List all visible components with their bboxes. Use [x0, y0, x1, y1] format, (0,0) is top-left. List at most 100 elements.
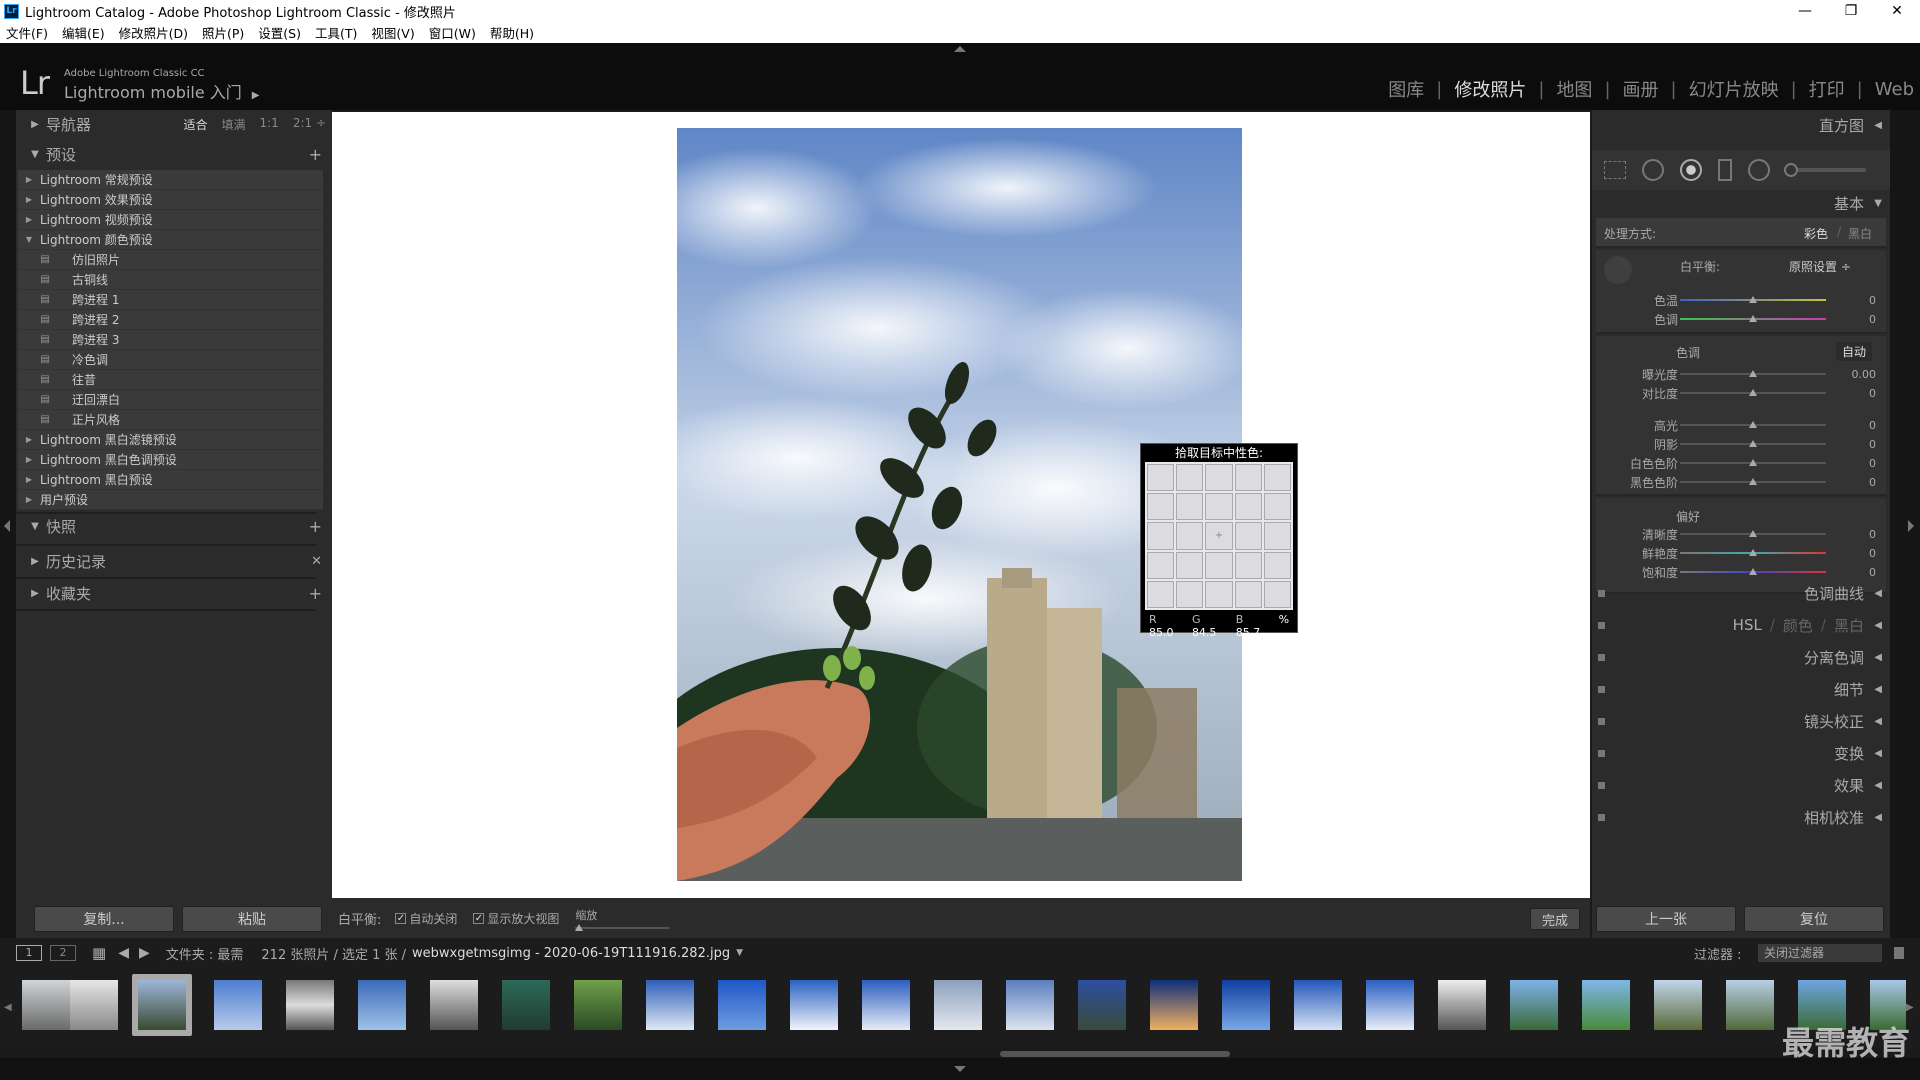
- clear-history-icon[interactable]: ✕: [311, 554, 322, 569]
- add-collection-icon[interactable]: +: [309, 584, 322, 603]
- thumbnail-selected[interactable]: [132, 974, 192, 1036]
- thumbnail[interactable]: [856, 974, 916, 1036]
- thumbnail[interactable]: [712, 974, 772, 1036]
- treatment-color[interactable]: 彩色: [1804, 225, 1828, 242]
- thumbnail[interactable]: [64, 974, 124, 1036]
- paste-button[interactable]: 粘贴: [182, 906, 322, 932]
- slider-shadows[interactable]: 阴影 0: [1596, 436, 1886, 452]
- panel-effects[interactable]: 效果 ◀: [1592, 772, 1890, 798]
- module-map[interactable]: 地图: [1556, 76, 1592, 102]
- window-1-button[interactable]: 1: [16, 945, 42, 961]
- menu-photo[interactable]: 照片(P): [202, 23, 244, 42]
- panel-toggle-icon[interactable]: [1598, 685, 1605, 693]
- add-snapshot-icon[interactable]: +: [309, 517, 322, 536]
- hsl-color-tab[interactable]: 颜色: [1783, 615, 1813, 636]
- preset-item[interactable]: ▤ 正片风格: [18, 410, 323, 430]
- reset-button[interactable]: 复位: [1744, 906, 1884, 932]
- panel-detail[interactable]: 细节 ◀: [1592, 676, 1890, 702]
- saturation-value[interactable]: 0: [1869, 566, 1876, 579]
- panel-toggle-icon[interactable]: [1598, 813, 1605, 821]
- thumbnail[interactable]: [1216, 974, 1276, 1036]
- graduated-filter-icon[interactable]: [1718, 159, 1732, 181]
- module-develop[interactable]: 修改照片: [1454, 76, 1526, 102]
- filter-lock-icon[interactable]: [1894, 947, 1904, 959]
- zoom-knob[interactable]: [575, 924, 584, 931]
- temp-knob[interactable]: [1749, 296, 1757, 303]
- thumbnail[interactable]: [424, 974, 484, 1036]
- preset-item[interactable]: ▤ 古铜线: [18, 270, 323, 290]
- preset-folder[interactable]: ▶ Lightroom 视频预设: [18, 210, 323, 230]
- thumbnail[interactable]: [568, 974, 628, 1036]
- panel-toggle-icon[interactable]: [1598, 589, 1605, 597]
- menu-edit[interactable]: 编辑(E): [62, 23, 105, 42]
- preset-folder[interactable]: ▶ Lightroom 效果预设: [18, 190, 323, 210]
- vibrance-knob[interactable]: [1749, 549, 1757, 556]
- slider-exposure[interactable]: 曝光度 0.00: [1596, 366, 1886, 382]
- slider-vibrance[interactable]: 鲜艳度 0: [1596, 545, 1886, 561]
- blacks-value[interactable]: 0: [1869, 476, 1876, 489]
- panel-toggle-icon[interactable]: [1598, 717, 1605, 725]
- preset-item[interactable]: ▤ 跨进程 1: [18, 290, 323, 310]
- done-button[interactable]: 完成: [1530, 908, 1580, 930]
- panel-transform[interactable]: 变换 ◀: [1592, 740, 1890, 766]
- filename[interactable]: webwxgetmsgimg - 2020-06-19T111916.282.j…: [412, 946, 730, 961]
- module-slideshow[interactable]: 幻灯片放映: [1689, 76, 1779, 102]
- hsl-tab[interactable]: HSL: [1733, 616, 1762, 634]
- thumbnail[interactable]: [496, 974, 556, 1036]
- module-library[interactable]: 图库: [1388, 76, 1424, 102]
- saturation-knob[interactable]: [1749, 568, 1757, 575]
- menu-develop[interactable]: 修改照片(D): [119, 23, 188, 42]
- collapse-right-arrow-icon[interactable]: [1908, 520, 1914, 532]
- back-arrow-icon[interactable]: ◀: [118, 945, 129, 961]
- auto-close-checkbox[interactable]: ✓: [395, 912, 407, 924]
- wb-eyedropper-icon[interactable]: [1604, 256, 1632, 284]
- grid-view-icon[interactable]: ▦: [92, 944, 106, 962]
- module-book[interactable]: 画册: [1623, 76, 1659, 102]
- window-2-button[interactable]: 2: [50, 945, 76, 961]
- preset-folder[interactable]: ▼ Lightroom 颜色预设: [18, 230, 323, 250]
- blacks-knob[interactable]: [1749, 478, 1757, 485]
- slider-tint[interactable]: 色调 0: [1596, 311, 1886, 327]
- thumbnail[interactable]: [1288, 974, 1348, 1036]
- collapse-bottom-arrow-icon[interactable]: [954, 1066, 966, 1072]
- whites-value[interactable]: 0: [1869, 457, 1876, 470]
- panel-toggle-icon[interactable]: [1598, 653, 1605, 661]
- auto-tone-button[interactable]: 自动: [1836, 342, 1873, 361]
- exposure-value[interactable]: 0.00: [1852, 368, 1877, 381]
- module-print[interactable]: 打印: [1809, 76, 1845, 102]
- forward-arrow-icon[interactable]: ▶: [139, 945, 150, 961]
- minimize-icon[interactable]: —: [1782, 0, 1828, 22]
- menu-file[interactable]: 文件(F): [6, 23, 48, 42]
- menu-help[interactable]: 帮助(H): [490, 23, 534, 42]
- panel-toggle-icon[interactable]: [1598, 621, 1605, 629]
- adjustment-brush-slider[interactable]: [1784, 163, 1866, 177]
- thumbnail[interactable]: [352, 974, 412, 1036]
- copy-button[interactable]: 复制...: [34, 906, 174, 932]
- preset-folder[interactable]: ▶ Lightroom 黑白预设: [18, 470, 323, 490]
- slider-contrast[interactable]: 对比度 0: [1596, 385, 1886, 401]
- thumbnail[interactable]: [208, 974, 268, 1036]
- thumbnail[interactable]: [640, 974, 700, 1036]
- zoom-2-1[interactable]: 2:1 ÷: [293, 116, 326, 133]
- filename-dropdown-icon[interactable]: ▼: [736, 948, 743, 958]
- thumbnail[interactable]: [1648, 974, 1708, 1036]
- tint-knob[interactable]: [1749, 315, 1757, 322]
- shadows-knob[interactable]: [1749, 440, 1757, 447]
- menu-view[interactable]: 视图(V): [371, 23, 414, 42]
- navigator-header[interactable]: ▶ 导航器 适合 填满 1:1 2:1 ÷: [16, 110, 332, 138]
- contrast-knob[interactable]: [1749, 389, 1757, 396]
- thumbnail[interactable]: [1432, 974, 1492, 1036]
- thumbnail[interactable]: [784, 974, 844, 1036]
- thumbnail[interactable]: [1576, 974, 1636, 1036]
- snapshots-header[interactable]: ▼ 快照 +: [16, 512, 332, 540]
- history-header[interactable]: ▶ 历史记录 ✕: [16, 547, 332, 575]
- red-eye-icon[interactable]: [1680, 159, 1702, 181]
- panel-toggle-icon[interactable]: [1598, 781, 1605, 789]
- slider-saturation[interactable]: 饱和度 0: [1596, 564, 1886, 580]
- shadows-value[interactable]: 0: [1869, 438, 1876, 451]
- preset-item[interactable]: ▤ 冷色调: [18, 350, 323, 370]
- vibrance-value[interactable]: 0: [1869, 547, 1876, 560]
- panel-tone-curve[interactable]: 色调曲线 ◀: [1592, 580, 1890, 606]
- histogram-header[interactable]: 直方图 ◀: [1592, 112, 1890, 138]
- preset-item[interactable]: ▤ 跨进程 3: [18, 330, 323, 350]
